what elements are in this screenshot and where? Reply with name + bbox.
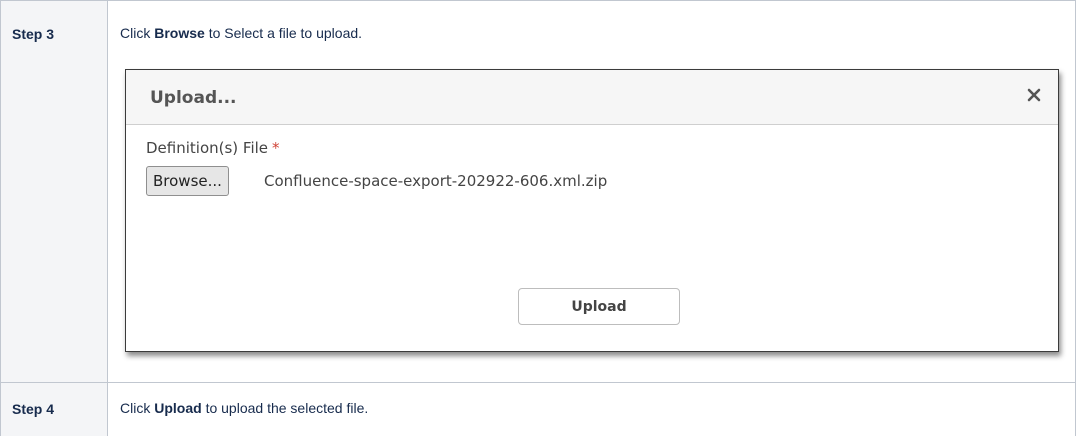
browse-button[interactable]: Browse... <box>146 166 229 196</box>
step-instruction: Click Upload to upload the selected file… <box>120 400 368 416</box>
field-label-text: Definition(s) File <box>146 139 268 157</box>
step-label: Step 4 <box>1 383 107 417</box>
upload-button[interactable]: Upload <box>518 288 680 325</box>
step-row: Step 3 Click Browse to Select a file to … <box>1 1 1076 383</box>
step-label: Step 3 <box>1 1 107 42</box>
dialog-body: Definition(s) File* Browse... Confluence… <box>126 125 1058 353</box>
definition-file-label: Definition(s) File* <box>146 139 280 157</box>
step-content-cell: Click Browse to Select a file to upload.… <box>108 1 1076 383</box>
selected-file-name: Confluence-space-export-202922-606.xml.z… <box>264 172 607 190</box>
step-label-cell: Step 3 <box>1 1 108 383</box>
instruction-keyword: Upload <box>154 400 201 416</box>
required-marker: * <box>272 139 280 157</box>
instruction-prefix: Click <box>120 400 154 416</box>
dialog-header: Upload... <box>126 70 1058 125</box>
dialog-title: Upload... <box>150 88 237 108</box>
close-icon[interactable] <box>1024 85 1044 105</box>
instruction-suffix: to Select a file to upload. <box>205 25 362 41</box>
instruction-suffix: to upload the selected file. <box>202 400 369 416</box>
step-row: Step 4 Click Upload to upload the select… <box>1 383 1076 436</box>
step-label-cell: Step 4 <box>1 383 108 436</box>
step-content-cell: Click Upload to upload the selected file… <box>108 383 1076 436</box>
instruction-prefix: Click <box>120 25 154 41</box>
step-instruction: Click Browse to Select a file to upload. <box>120 25 362 41</box>
instruction-keyword: Browse <box>154 25 205 41</box>
upload-dialog: Upload... Definition(s) File* Browse... … <box>125 69 1059 352</box>
steps-table: Step 3 Click Browse to Select a file to … <box>0 0 1076 436</box>
